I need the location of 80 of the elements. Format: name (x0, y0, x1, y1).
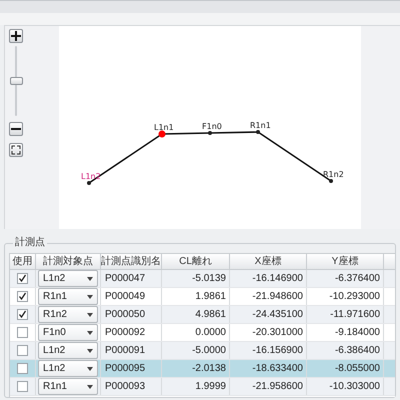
point-label: R1n1 (250, 121, 271, 130)
caret-icon (87, 294, 93, 298)
table-cell: -2.0138 (162, 360, 230, 377)
table-row[interactable]: R1n1 P000049 1.9861 -21.948600 -10.293000 (10, 288, 395, 306)
table-cell: P000092 (101, 324, 162, 341)
target-dropdown[interactable]: L1n2 (38, 342, 98, 359)
checkbox[interactable] (17, 309, 28, 320)
caret-icon (87, 312, 93, 316)
point[interactable] (256, 130, 260, 134)
table-cell: -16.156900 (230, 342, 307, 359)
checkbox[interactable] (17, 327, 28, 338)
table-cell: 4.9861 (162, 306, 230, 323)
target-dropdown[interactable]: R1n1 (38, 288, 98, 305)
table-cell: -16.146900 (230, 270, 307, 287)
table-cell: 1.9999 (162, 378, 230, 395)
fit-button[interactable] (9, 143, 23, 157)
checkbox[interactable] (17, 291, 28, 302)
column-header[interactable]: Y座標 (307, 254, 384, 269)
table-cell: -8.055000 (307, 360, 384, 377)
table-cell: P000091 (101, 342, 162, 359)
table-cell: -11.971600 (307, 306, 384, 323)
table-cell: P000095 (101, 360, 162, 377)
checkbox[interactable] (17, 381, 28, 392)
point-label: F1n0 (202, 122, 222, 131)
table-cell: -24.435100 (230, 306, 307, 323)
caret-icon (87, 330, 93, 334)
table-row[interactable]: R1n2 P000050 4.9861 -24.435100 -11.971600 (10, 306, 395, 324)
target-dropdown[interactable]: L1n2 (38, 360, 98, 377)
column-header[interactable]: CL離れ (162, 254, 230, 269)
table-cell: 0.0000 (162, 324, 230, 341)
table-row[interactable]: L1n2 P000047 -5.0139 -16.146900 -6.376400 (10, 270, 395, 288)
point-label: R1n2 (323, 170, 344, 179)
point[interactable] (208, 131, 212, 135)
plus-icon (11, 31, 21, 41)
column-header[interactable]: 使用 (10, 254, 36, 269)
table-cell: -10.303000 (307, 378, 384, 395)
target-dropdown[interactable]: F1n0 (38, 324, 98, 341)
selected-table-row[interactable]: L1n2 P000095 -2.0138 -18.633400 -8.055000 (10, 360, 395, 378)
target-dropdown[interactable]: R1n2 (38, 306, 98, 323)
table-cell: -21.958600 (230, 378, 307, 395)
column-header[interactable]: 計測対象点 (36, 254, 101, 269)
selected-point[interactable] (158, 130, 166, 138)
checkbox[interactable] (17, 363, 28, 374)
target-dropdown[interactable]: R1n1 (38, 378, 98, 395)
table-cell: P000047 (101, 270, 162, 287)
caret-icon (87, 348, 93, 352)
table-cell: -20.301000 (230, 324, 307, 341)
expand-icon (11, 145, 21, 155)
table-cell: -21.948600 (230, 288, 307, 305)
table-cell: -6.386400 (307, 342, 384, 359)
caret-icon (87, 366, 93, 370)
table-cell: -6.376400 (307, 270, 384, 287)
table-cell: 1.9861 (162, 288, 230, 305)
table-cell: P000093 (101, 378, 162, 395)
zoom-in-button[interactable] (9, 29, 23, 43)
checkbox[interactable] (17, 345, 28, 356)
point[interactable] (87, 181, 91, 185)
point[interactable] (329, 179, 333, 183)
zoom-slider[interactable] (9, 46, 23, 116)
caret-icon (87, 384, 93, 388)
slider-thumb[interactable] (10, 77, 23, 85)
table-row[interactable]: R1n1 P000093 1.9999 -21.958600 -10.303000 (10, 378, 395, 396)
point-label: L1n2 (81, 172, 101, 181)
table-cell: P000049 (101, 288, 162, 305)
table-cell: -10.293000 (307, 288, 384, 305)
table-cell: P000050 (101, 306, 162, 323)
caret-icon (87, 276, 93, 280)
column-header[interactable]: 計測点識別名 (101, 254, 162, 269)
table-row[interactable]: F1n0 P000092 0.0000 -20.301000 -9.184000 (10, 324, 395, 342)
table-cell: -9.184000 (307, 324, 384, 341)
column-header[interactable]: X座標 (230, 254, 307, 269)
group-title: 計測点 (13, 236, 47, 250)
checkbox[interactable] (17, 273, 28, 284)
table-row[interactable]: L1n2 P000091 -5.0000 -16.156900 -6.386400 (10, 342, 395, 360)
table-cell: -5.0139 (162, 270, 230, 287)
zoom-out-button[interactable] (9, 122, 23, 136)
target-dropdown[interactable]: L1n2 (38, 270, 98, 287)
table-cell: -18.633400 (230, 360, 307, 377)
table-cell: -5.0000 (162, 342, 230, 359)
point-label: L1n1 (154, 123, 174, 132)
